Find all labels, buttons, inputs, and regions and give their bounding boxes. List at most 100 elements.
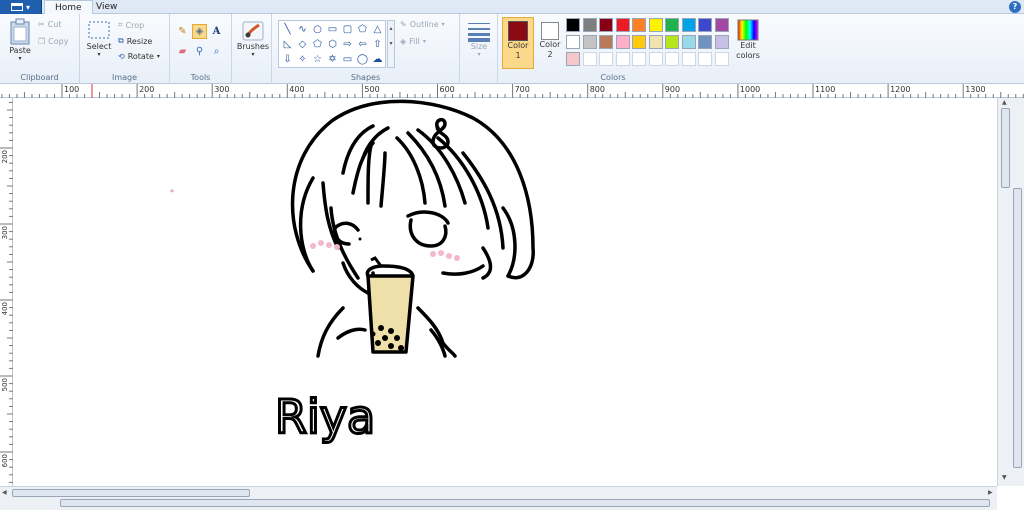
scroll-left-icon[interactable]: ◀ — [2, 489, 7, 496]
horizontal-scroll-thumb[interactable] — [12, 489, 250, 497]
scroll-down-icon[interactable]: ▼ — [1002, 474, 1007, 481]
clipboard-icon — [10, 18, 30, 45]
palette-swatch[interactable] — [615, 35, 630, 49]
palette-swatch[interactable] — [566, 18, 580, 32]
line-shape-icon[interactable]: ╲ — [280, 22, 295, 37]
outline-brush-icon: ✎ — [400, 20, 407, 29]
vertical-scroll-thumb[interactable] — [1001, 108, 1010, 188]
vertical-scrollbar[interactable]: ▲ ▼ — [997, 98, 1024, 486]
resize-button[interactable]: ⧉ Resize — [118, 36, 152, 46]
magnifier-tool[interactable]: ⌕ — [209, 44, 224, 59]
select-button[interactable]: Select ▾ — [85, 20, 113, 58]
fill-button[interactable]: ◈ Fill ▾ — [400, 37, 426, 46]
select-dropdown-icon[interactable]: ▾ — [97, 51, 100, 58]
color-picker-tool[interactable]: ⚲ — [192, 44, 207, 59]
palette-swatch[interactable] — [681, 18, 696, 32]
palette-swatch[interactable] — [582, 35, 597, 49]
outline-button[interactable]: ✎ Outline ▾ — [400, 20, 445, 29]
hair-strand — [406, 131, 447, 208]
four-point-star-shape-icon[interactable]: ✧ — [295, 52, 310, 67]
six-point-star-shape-icon[interactable]: ✡ — [325, 52, 340, 67]
hair-strand — [461, 151, 505, 250]
rounded-rectangle-shape-icon[interactable]: ▢ — [340, 22, 355, 37]
palette-swatch-empty[interactable] — [632, 52, 646, 66]
paste-button[interactable]: Paste ▾ — [6, 18, 34, 62]
callout-oval-shape-icon[interactable]: ◯ — [355, 52, 370, 67]
brushes-button[interactable]: Brushes ▾ — [237, 20, 269, 58]
palette-swatch[interactable] — [698, 35, 712, 49]
palette-swatch[interactable] — [566, 52, 580, 66]
shapes-gallery[interactable]: ╲ ∿ ○ ▭ ▢ ⬠ △ ◺ ◇ ⬠ ⬡ ⇨ ⇦ ⇧ ⇩ ✧ ☆ ✡ ▭ ◯ … — [278, 20, 386, 68]
palette-swatch[interactable] — [714, 18, 729, 32]
app-menu-button[interactable]: ▾ — [0, 0, 42, 14]
scroll-right-icon[interactable]: ▶ — [988, 489, 993, 496]
palette-swatch[interactable] — [648, 35, 663, 49]
horizontal-scroll-thumb-outer[interactable] — [60, 499, 990, 507]
edit-colors-button[interactable]: Edit colors — [733, 19, 763, 61]
copy-button[interactable]: ❐ Copy — [38, 37, 68, 46]
palette-swatch-empty[interactable] — [698, 52, 712, 66]
palette-swatch-empty[interactable] — [582, 52, 597, 66]
left-arrow-shape-icon[interactable]: ⇦ — [355, 37, 370, 52]
curve-shape-icon[interactable]: ∿ — [295, 22, 310, 37]
drawing-canvas[interactable]: * Riya 8 — [13, 98, 997, 486]
pentagon-shape-icon[interactable]: ⬠ — [310, 37, 325, 52]
text-tool[interactable]: A — [209, 24, 224, 39]
palette-swatch[interactable] — [599, 18, 613, 32]
triangle-shape-icon[interactable]: △ — [370, 22, 385, 37]
right-arrow-shape-icon[interactable]: ⇨ — [340, 37, 355, 52]
scroll-up-icon[interactable]: ▲ — [1002, 99, 1007, 106]
crop-button[interactable]: ⌗ Crop — [118, 20, 144, 30]
vertical-scroll-thumb-outer[interactable] — [1013, 188, 1022, 468]
palette-swatch[interactable] — [582, 18, 597, 32]
palette-swatch-empty[interactable] — [648, 52, 663, 66]
size-button[interactable]: Size ▾ — [465, 20, 493, 58]
palette-swatch-empty[interactable] — [599, 52, 613, 66]
tools-group-label: Tools — [190, 73, 211, 82]
palette-swatch[interactable] — [665, 35, 679, 49]
color1-button[interactable]: Color 1 — [502, 17, 534, 69]
palette-swatch[interactable] — [681, 35, 696, 49]
palette-swatch[interactable] — [632, 18, 646, 32]
palette-swatch-empty[interactable] — [714, 52, 729, 66]
palette-swatch[interactable] — [632, 35, 646, 49]
rotate-button[interactable]: ⟲ Rotate ▾ — [118, 52, 160, 61]
color2-button[interactable]: Color 2 — [536, 17, 564, 69]
palette-swatch-empty[interactable] — [681, 52, 696, 66]
brushes-dropdown-icon[interactable]: ▾ — [251, 51, 254, 58]
callout-cloud-shape-icon[interactable]: ☁ — [370, 52, 385, 67]
palette-swatch[interactable] — [665, 18, 679, 32]
right-triangle-shape-icon[interactable]: ◺ — [280, 37, 295, 52]
callout-rect-shape-icon[interactable]: ▭ — [340, 52, 355, 67]
hair-strand — [379, 151, 387, 208]
palette-swatch[interactable] — [698, 18, 712, 32]
palette-swatch[interactable] — [615, 18, 630, 32]
palette-swatch-empty[interactable] — [615, 52, 630, 66]
rotate-dropdown-icon[interactable]: ▾ — [157, 53, 160, 60]
ruler-v-label: 500 — [1, 378, 9, 392]
shapes-gallery-scroll[interactable]: ▴ ▾ — [387, 20, 395, 68]
rectangle-shape-icon[interactable]: ▭ — [325, 22, 340, 37]
fill-tool[interactable]: ◈ — [192, 24, 207, 39]
hexagon-shape-icon[interactable]: ⬡ — [325, 37, 340, 52]
horizontal-scrollbar[interactable]: ◀ ▶ — [0, 486, 997, 510]
palette-swatch[interactable] — [599, 35, 613, 49]
diamond-shape-icon[interactable]: ◇ — [295, 37, 310, 52]
help-icon[interactable]: ? — [1009, 1, 1021, 13]
pencil-tool[interactable]: ✎ — [175, 24, 190, 39]
up-arrow-shape-icon[interactable]: ⇧ — [370, 37, 385, 52]
palette-swatch[interactable] — [714, 35, 729, 49]
five-point-star-shape-icon[interactable]: ☆ — [310, 52, 325, 67]
palette-swatch-empty[interactable] — [665, 52, 679, 66]
tab-view[interactable]: View — [86, 0, 127, 15]
eraser-tool[interactable]: ▰ — [175, 44, 190, 59]
polygon-shape-icon[interactable]: ⬠ — [355, 22, 370, 37]
oval-shape-icon[interactable]: ○ — [310, 22, 325, 37]
tab-strip: ▾ Home View ? — [0, 0, 1024, 15]
drawing: * Riya 8 — [170, 99, 535, 446]
palette-swatch[interactable] — [648, 18, 663, 32]
cut-button[interactable]: ✂ Cut — [38, 20, 62, 29]
paste-dropdown-icon[interactable]: ▾ — [18, 55, 21, 62]
palette-swatch[interactable] — [566, 35, 580, 49]
down-arrow-shape-icon[interactable]: ⇩ — [280, 52, 295, 67]
